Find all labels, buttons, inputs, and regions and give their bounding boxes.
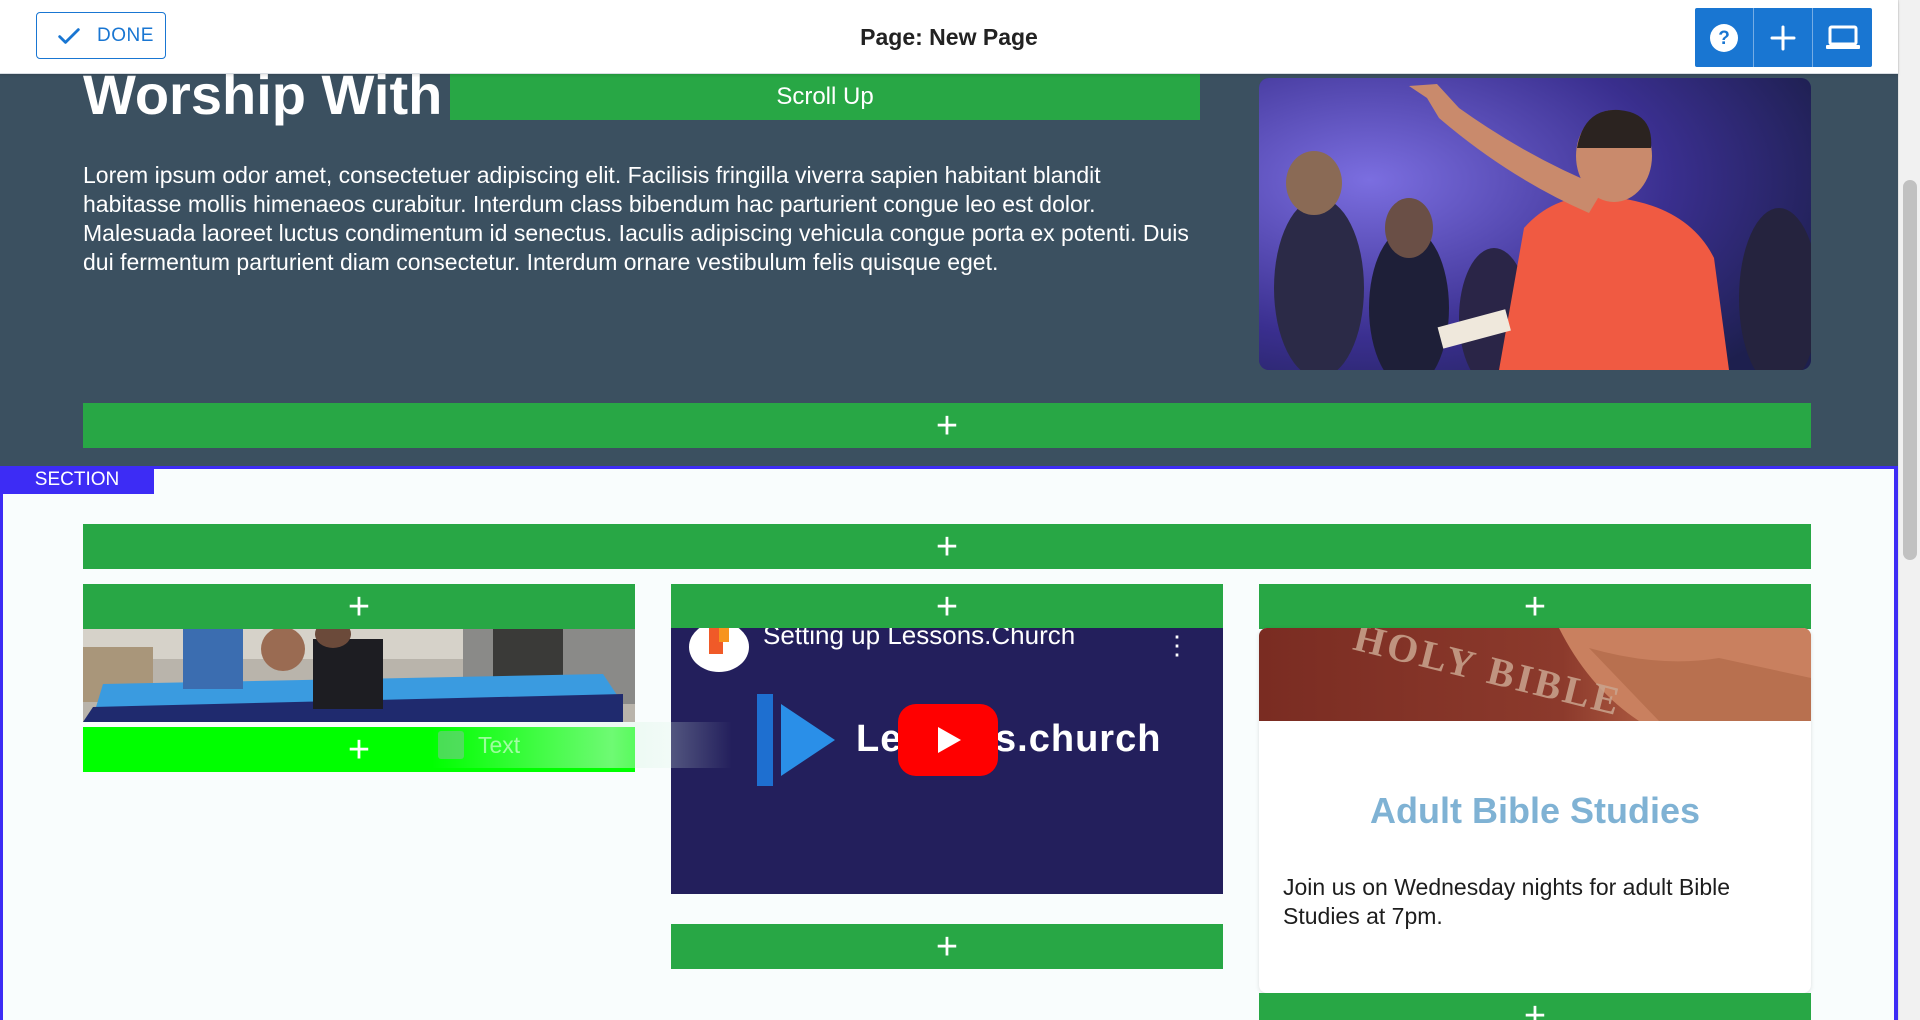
done-label: DONE (97, 24, 154, 46)
section-tag: SECTION (0, 466, 154, 494)
channel-avatar (689, 628, 749, 672)
column-1-add-bar[interactable]: + (83, 584, 635, 629)
column-2-add-plus: + (935, 585, 959, 628)
hero-body-text: Lorem ipsum odor amet, consectetuer adip… (83, 162, 1189, 275)
holy-bible-photo: HOLY BIBLE (1259, 628, 1811, 721)
column-3-add-bar[interactable]: + (1259, 584, 1811, 629)
document-icon (438, 731, 464, 759)
dragged-element-label: Text (478, 731, 521, 758)
dragged-text-element[interactable]: Text (432, 722, 732, 768)
more-options-icon[interactable]: ⋮ (1164, 632, 1190, 658)
hero-section[interactable]: Worship With Us Scroll Up Lorem ipsum od… (0, 74, 1898, 466)
laptop-icon (1825, 25, 1860, 49)
hero-add-bar[interactable]: + (83, 403, 1811, 448)
lessons-church-logo-icon (757, 694, 835, 786)
scrollbar-thumb[interactable] (1903, 180, 1917, 560)
hero-add-plus: + (935, 404, 959, 447)
help-button[interactable]: ? (1695, 8, 1754, 67)
plus-icon (1770, 25, 1796, 50)
section-add-bar[interactable]: + (83, 524, 1811, 569)
help-icon: ? (1710, 23, 1738, 52)
page-title: Page: New Page (860, 24, 1038, 50)
baptism-photo (83, 629, 635, 722)
card-title: Adult Bible Studies (1369, 790, 1700, 831)
column-3-bottom-add-bar[interactable]: + (1259, 993, 1811, 1020)
check-icon (58, 27, 80, 44)
bible-study-card[interactable]: HOLY BIBLE Adult Bible Studies Join us o… (1259, 628, 1811, 993)
youtube-play-button[interactable] (898, 704, 998, 776)
column-2-bottom-add-plus: + (935, 925, 959, 968)
section-add-plus: + (935, 525, 959, 568)
preview-button[interactable] (1813, 8, 1872, 67)
video-embed[interactable]: Setting up Lessons.Church ⋮ Lessons.chur… (671, 628, 1223, 894)
column-2-bottom-add-bar[interactable]: + (671, 924, 1223, 969)
svg-text:?: ? (1718, 28, 1730, 49)
column-2-add-bar[interactable]: + (671, 584, 1223, 629)
column-1-drop-plus: + (347, 728, 371, 771)
card-text: Join us on Wednesday nights for adult Bi… (1283, 874, 1731, 929)
column-3-bottom-add-plus: + (1523, 994, 1547, 1020)
done-button[interactable]: DONE (36, 12, 166, 59)
video-title: Setting up Lessons.Church (763, 628, 1076, 650)
play-icon (938, 727, 961, 753)
add-element-button[interactable] (1754, 8, 1813, 67)
worship-photo (1259, 78, 1811, 370)
column-3-add-plus: + (1523, 585, 1547, 628)
editor-toolbar: DONE Page: New Page ? (0, 0, 1898, 74)
toolbar-actions: ? (1695, 8, 1872, 67)
column-1-add-plus: + (347, 585, 371, 628)
scroll-up-button[interactable]: Scroll Up (450, 74, 1200, 120)
page-scrollbar[interactable] (1898, 0, 1920, 1020)
